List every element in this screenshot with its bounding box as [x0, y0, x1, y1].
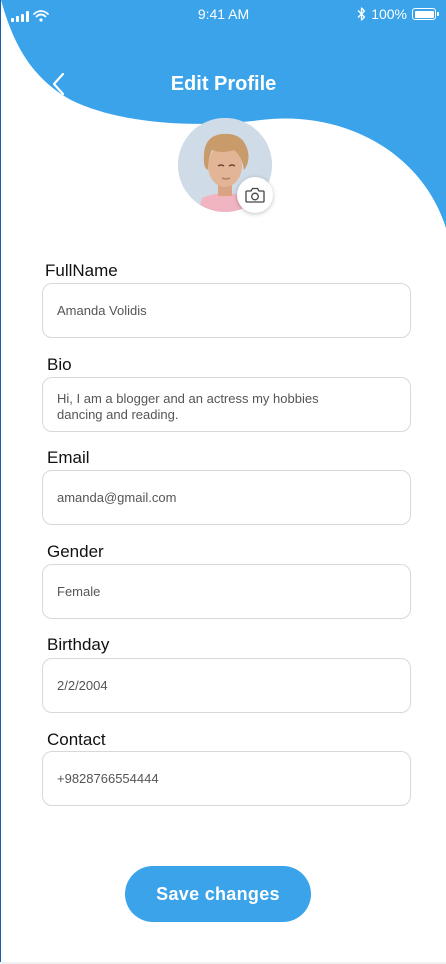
birthday-label: Birthday — [47, 635, 110, 654]
contact-field[interactable]: +9828766554444 — [42, 751, 411, 806]
gender-label: Gender — [47, 542, 104, 561]
bluetooth-icon — [357, 7, 366, 21]
edit-profile-screen: 9:41 AM 100% Edit Profile FullName Amand… — [0, 0, 446, 962]
bio-field[interactable]: Hi, I am a blogger and an actress my hob… — [42, 377, 411, 432]
battery-percentage: 100% — [371, 6, 407, 22]
status-bar: 9:41 AM 100% — [1, 0, 446, 30]
change-photo-button[interactable] — [237, 177, 273, 213]
contact-label: Contact — [47, 730, 106, 749]
gender-field[interactable]: Female — [42, 564, 411, 619]
email-label: Email — [47, 448, 90, 467]
battery-icon — [412, 8, 439, 20]
camera-icon — [245, 187, 265, 203]
email-field[interactable]: amanda@gmail.com — [42, 470, 411, 525]
bio-label: Bio — [47, 355, 72, 374]
fullname-label: FullName — [45, 261, 118, 280]
save-changes-button[interactable]: Save changes — [125, 866, 311, 922]
page-title: Edit Profile — [170, 73, 277, 95]
fullname-field[interactable]: Amanda Volidis — [42, 283, 411, 338]
birthday-field[interactable]: 2/2/2004 — [42, 658, 411, 713]
